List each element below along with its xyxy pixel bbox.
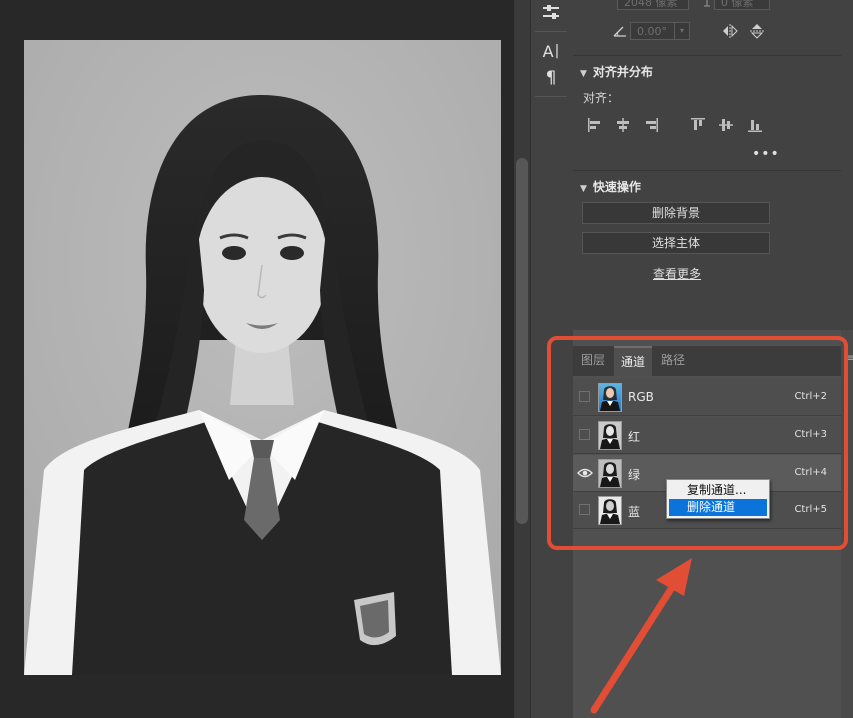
portrait-photo [24,40,501,675]
angle-value: 0.00° [637,25,667,38]
align-label: 对齐： [583,91,620,105]
remove-background-button[interactable]: 删除背景 [582,202,770,224]
section-divider [573,170,841,171]
tool-divider [535,96,567,97]
tool-divider [535,31,567,32]
flip-vertical-icon[interactable] [749,22,765,40]
align-section-title: 对齐并分布 [592,65,653,79]
chevron-down-icon[interactable]: ▾ [674,23,689,39]
align-left-edges-icon[interactable] [587,117,603,133]
properties-panel [573,0,853,330]
align-section-header[interactable]: ▼ 对齐并分布 [580,63,653,80]
flip-horizontal-icon[interactable] [721,23,739,39]
align-bottom-edges-icon[interactable] [747,117,763,133]
quick-actions-header[interactable]: ▼ 快速操作 [580,178,641,195]
character-icon[interactable]: A | [534,38,568,64]
see-more-link[interactable]: 查看更多 [653,265,701,282]
scrollbar-thumb[interactable] [516,158,528,524]
quick-actions-title: 快速操作 [592,180,641,194]
annotation-highlight-box [547,336,848,550]
more-options-icon[interactable]: ••• [752,146,780,162]
angle-field[interactable]: 0.00° ▾ [630,22,690,40]
chevron-down-icon: ▼ [580,69,587,79]
align-right-edges-icon[interactable] [643,117,659,133]
angle-icon [613,24,627,38]
align-horizontal-centers-icon[interactable] [615,117,631,133]
align-vertical-centers-icon[interactable] [718,117,734,133]
section-divider [573,55,841,56]
paragraph-icon[interactable]: ¶ [534,65,568,91]
link-icon[interactable] [702,0,712,8]
chevron-down-icon: ▼ [580,184,587,194]
width-field[interactable]: 2048 像素 [617,0,689,10]
annotation-arrow [590,558,692,714]
portrait-image [24,40,501,675]
height-field[interactable]: 0 像素 [714,0,770,10]
adjustments-icon[interactable] [534,0,568,26]
align-top-edges-icon[interactable] [690,117,706,133]
select-subject-button[interactable]: 选择主体 [582,232,770,254]
